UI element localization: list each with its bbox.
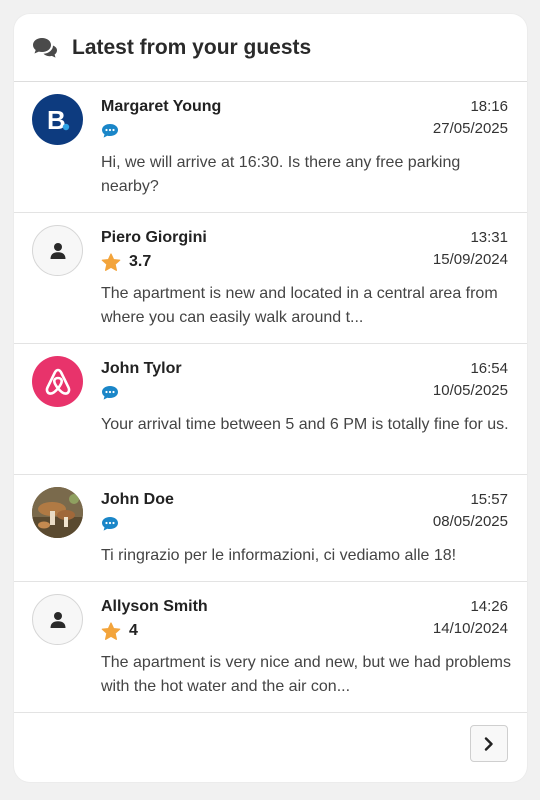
card-footer xyxy=(14,713,527,782)
message-time: 13:31 xyxy=(470,229,508,246)
message-preview: The apartment is new and located in a ce… xyxy=(101,285,498,326)
message-date: 27/05/2025 xyxy=(432,120,508,137)
svg-text:B: B xyxy=(47,105,66,135)
photo-avatar xyxy=(32,487,83,538)
chat-bubbles-icon xyxy=(33,37,57,58)
message-item[interactable]: Allyson Smith 4 14:26 14/10/2024 The apa… xyxy=(14,582,527,713)
message-time: 15:57 xyxy=(470,491,508,508)
rating-value: 4 xyxy=(129,622,138,639)
message-item[interactable]: John Doe 15:57 08/05/2025 Ti ringrazio p… xyxy=(14,475,527,582)
message-preview: Your arrival time between 5 and 6 PM is … xyxy=(101,416,509,433)
airbnb-logo xyxy=(32,356,83,407)
channel-indicator xyxy=(101,382,119,404)
guest-name: John Tylor xyxy=(101,360,182,377)
message-item[interactable]: Piero Giorgini 3.7 13:31 15/09/2024 The … xyxy=(14,213,527,344)
next-page-button[interactable] xyxy=(470,725,508,762)
message-preview: The apartment is very nice and new, but … xyxy=(101,654,511,695)
message-item[interactable]: John Tylor 16:54 10/05/2025 Your arrival… xyxy=(14,344,527,475)
review-rating: 3.7 xyxy=(101,251,151,273)
guest-name: John Doe xyxy=(101,491,174,508)
guest-name: Margaret Young xyxy=(101,98,222,115)
message-date: 14/10/2024 xyxy=(432,620,508,637)
guest-name: Piero Giorgini xyxy=(101,229,207,246)
message-icon xyxy=(102,386,118,400)
guest-messages-card: Latest from your guests B Margaret Young… xyxy=(14,14,527,782)
message-date: 08/05/2025 xyxy=(432,513,508,530)
message-icon xyxy=(102,124,118,138)
user-icon xyxy=(32,594,83,645)
review-rating: 4 xyxy=(101,620,138,642)
message-time: 14:26 xyxy=(470,598,508,615)
message-date: 15/09/2024 xyxy=(432,251,508,268)
booking-logo: B xyxy=(32,94,83,145)
channel-indicator xyxy=(101,120,119,142)
channel-indicator xyxy=(101,513,119,535)
message-item[interactable]: B Margaret Young 18:16 27/05/2025 Hi, we… xyxy=(14,82,527,213)
star-icon xyxy=(101,252,121,271)
message-list: B Margaret Young 18:16 27/05/2025 Hi, we… xyxy=(14,82,527,713)
card-title: Latest from your guests xyxy=(72,35,312,59)
rating-value: 3.7 xyxy=(129,253,152,270)
message-time: 16:54 xyxy=(470,360,508,377)
star-icon xyxy=(101,621,121,640)
message-preview: Hi, we will arrive at 16:30. Is there an… xyxy=(101,154,461,195)
message-preview: Ti ringrazio per le informazioni, ci ved… xyxy=(101,547,457,564)
message-date: 10/05/2025 xyxy=(432,382,508,399)
user-icon xyxy=(32,225,83,276)
card-header: Latest from your guests xyxy=(14,14,527,82)
chevron-right-icon xyxy=(484,736,493,751)
message-time: 18:16 xyxy=(470,98,508,115)
message-icon xyxy=(102,517,118,531)
guest-name: Allyson Smith xyxy=(101,598,208,615)
